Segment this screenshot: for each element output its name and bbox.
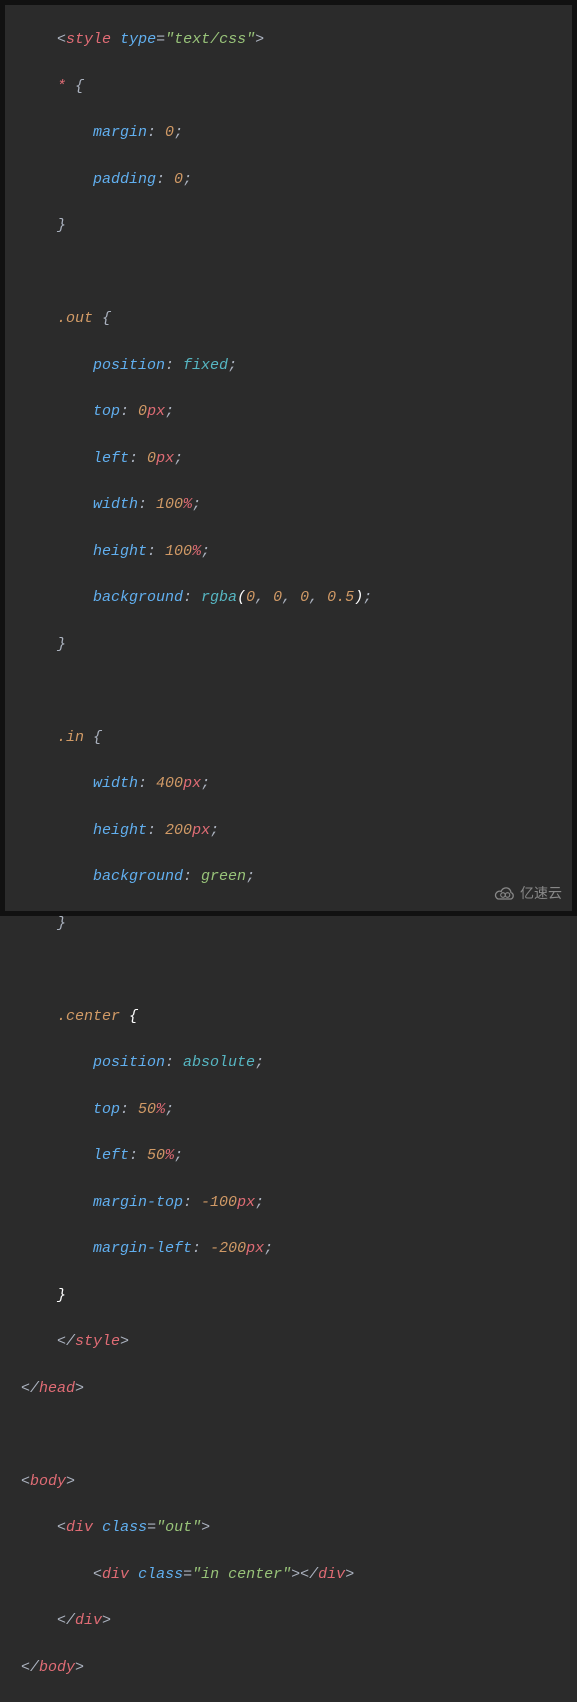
cloud-icon [494,885,516,901]
code-line: <style type="text/css"> [21,28,572,51]
code-line: <div class="out"> [21,1516,572,1539]
code-line: width: 100%; [21,493,572,516]
code-line: margin-left: -200px; [21,1237,572,1260]
code-line: position: absolute; [21,1051,572,1074]
code-line: .center { [21,1005,572,1028]
code-line [21,958,572,981]
code-line: } [21,1284,572,1307]
code-line: } [21,912,572,935]
code-line: padding: 0; [21,168,572,191]
code-line: </style> [21,1330,572,1353]
code-line: </head> [21,1377,572,1400]
code-line: left: 50%; [21,1144,572,1167]
code-line: } [21,214,572,237]
code-line: } [21,633,572,656]
code-line: </body> [21,1656,572,1679]
code-block: <style type="text/css"> * { margin: 0; p… [5,5,572,1702]
code-line: .in { [21,726,572,749]
code-line: top: 0px; [21,400,572,423]
code-line: width: 400px; [21,772,572,795]
code-line: * { [21,75,572,98]
code-line: background: green; [21,865,572,888]
code-line: </div> [21,1609,572,1632]
code-line: height: 100%; [21,540,572,563]
code-line: height: 200px; [21,819,572,842]
code-line [21,679,572,702]
code-line: <div class="in center"></div> [21,1563,572,1586]
code-line [21,261,572,284]
code-line: margin-top: -100px; [21,1191,572,1214]
code-line: position: fixed; [21,354,572,377]
watermark-text: 亿速云 [520,883,562,903]
code-line [21,1423,572,1446]
watermark: 亿速云 [494,883,562,903]
code-line: left: 0px; [21,447,572,470]
code-line: <body> [21,1470,572,1493]
code-line: top: 50%; [21,1098,572,1121]
code-line: background: rgba(0, 0, 0, 0.5); [21,586,572,609]
code-line: margin: 0; [21,121,572,144]
code-line: .out { [21,307,572,330]
